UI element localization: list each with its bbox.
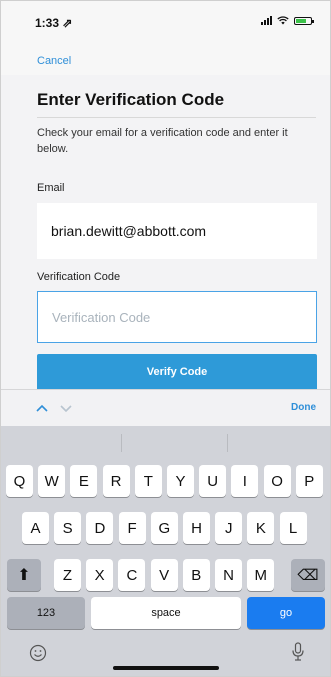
wifi-icon xyxy=(277,16,289,25)
done-button[interactable]: Done xyxy=(291,402,316,413)
suggestion-bar xyxy=(1,426,330,460)
keyboard: QWERTYUIOP ASDFGHJKL ZXCVBNM ⬆ ⌫ 123 spa… xyxy=(1,426,330,676)
shift-key[interactable]: ⬆ xyxy=(7,559,41,591)
key-a[interactable]: A xyxy=(22,512,49,544)
key-r[interactable]: R xyxy=(102,465,130,497)
key-b[interactable]: B xyxy=(182,559,210,591)
status-time: 1:33 ⇗ xyxy=(35,16,73,30)
suggestion-divider xyxy=(227,434,228,452)
email-label: Email xyxy=(37,182,65,194)
microphone-icon[interactable] xyxy=(291,642,305,662)
page-title: Enter Verification Code xyxy=(37,90,225,109)
key-x[interactable]: X xyxy=(86,559,114,591)
key-w[interactable]: W xyxy=(38,465,66,497)
instructions-text: Check your email for a verification code… xyxy=(37,127,288,155)
key-d[interactable]: D xyxy=(86,512,114,544)
key-j[interactable]: J xyxy=(215,512,243,544)
key-e[interactable]: E xyxy=(70,465,98,497)
nav-bar: Cancel xyxy=(1,41,330,75)
chevron-up-icon[interactable] xyxy=(35,401,49,415)
key-f[interactable]: F xyxy=(118,512,146,544)
verification-code-label: Verification Code xyxy=(37,271,121,283)
phone-screen: 1:33 ⇗ Cancel Enter Verification Code Ch… xyxy=(0,0,331,677)
key-k[interactable]: K xyxy=(247,512,275,544)
key-t[interactable]: T xyxy=(134,465,162,497)
key-i[interactable]: I xyxy=(231,465,259,497)
chevron-down-icon[interactable] xyxy=(59,401,73,415)
key-q[interactable]: Q xyxy=(6,465,33,497)
cancel-button[interactable]: Cancel xyxy=(37,55,71,67)
key-u[interactable]: U xyxy=(199,465,227,497)
suggestion-divider xyxy=(121,434,122,452)
emoji-icon[interactable] xyxy=(29,644,47,662)
key-l[interactable]: L xyxy=(279,512,307,544)
status-indicators xyxy=(261,16,314,25)
key-v[interactable]: V xyxy=(150,559,178,591)
key-s[interactable]: S xyxy=(54,512,82,544)
delete-key[interactable]: ⌫ xyxy=(291,559,325,591)
key-y[interactable]: Y xyxy=(167,465,194,497)
signal-icon xyxy=(261,16,272,25)
space-key[interactable]: space xyxy=(91,597,241,629)
home-indicator xyxy=(113,666,219,670)
email-field: brian.dewitt@abbott.com xyxy=(37,203,317,259)
key-h[interactable]: H xyxy=(183,512,210,544)
numbers-key[interactable]: 123 xyxy=(7,597,85,629)
verification-form: Enter Verification Code Check your email… xyxy=(1,75,330,389)
key-p[interactable]: P xyxy=(295,465,323,497)
key-g[interactable]: G xyxy=(150,512,178,544)
key-n[interactable]: N xyxy=(215,559,242,591)
keyboard-accessory-bar: Done xyxy=(1,389,330,426)
key-z[interactable]: Z xyxy=(54,559,81,591)
verification-code-input[interactable] xyxy=(37,291,317,343)
verify-code-button[interactable]: Verify Code xyxy=(37,354,317,389)
key-c[interactable]: C xyxy=(118,559,146,591)
battery-icon xyxy=(294,16,314,25)
key-o[interactable]: O xyxy=(263,465,291,497)
title-divider xyxy=(37,117,316,118)
status-bar: 1:33 ⇗ xyxy=(1,1,330,41)
go-key[interactable]: go xyxy=(247,597,325,629)
key-m[interactable]: M xyxy=(247,559,275,591)
